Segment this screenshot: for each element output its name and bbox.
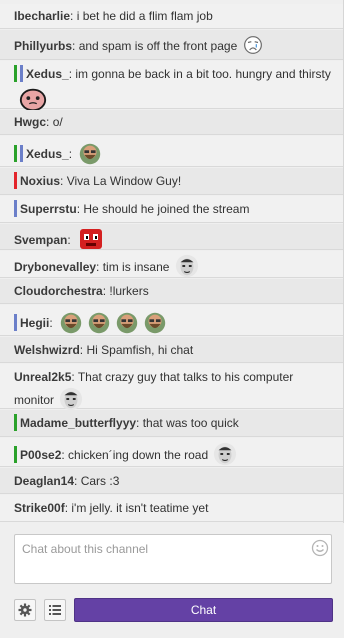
- staff-badge: [14, 172, 17, 189]
- chat-username[interactable]: Strike00f: [14, 501, 65, 515]
- chat-message-text: im gonna be back in a bit too. hungry an…: [75, 67, 331, 81]
- emoticon-picker-icon[interactable]: [311, 539, 329, 557]
- chat-message-text: and spam is off the front page: [78, 39, 238, 53]
- chat-message: Unreal2k5: That crazy guy that talks to …: [0, 364, 343, 411]
- chat-username[interactable]: Unreal2k5: [14, 370, 71, 384]
- chat-message: Hegii:: [0, 305, 343, 336]
- chat-username[interactable]: Ibecharlie: [14, 9, 70, 23]
- chat-username[interactable]: Svempan: [14, 233, 67, 247]
- chat-username[interactable]: Superrstu: [20, 202, 77, 216]
- moderator-badge: [14, 65, 17, 82]
- chat-username[interactable]: Deaglan14: [14, 474, 74, 488]
- chat-username[interactable]: Madame_butterflyyy: [20, 416, 136, 430]
- list-icon: [49, 605, 61, 615]
- chat-message-text: i'm jelly. it isn't teatime yet: [71, 501, 209, 515]
- chat-username[interactable]: Hwgc: [14, 115, 46, 129]
- sad-face-icon: [243, 36, 262, 54]
- chat-username[interactable]: Hegii: [20, 316, 49, 330]
- face-emote-icon: [214, 442, 237, 466]
- chat-message: Noxius: Viva La Window Guy!: [0, 168, 343, 195]
- chat-username[interactable]: Welshwizrd: [14, 343, 80, 357]
- chat-username[interactable]: Noxius: [20, 174, 60, 188]
- chat-message-list[interactable]: Ibecharlie: i bet he did a flim flam job…: [0, 0, 344, 523]
- chat-message-text: i bet he did a flim flam job: [76, 9, 213, 23]
- chat-username[interactable]: P00se2: [20, 448, 61, 462]
- chat-message: P00se2: chicken´ing down the road: [0, 438, 343, 467]
- chat-message-text: !lurkers: [109, 284, 149, 298]
- chat-username[interactable]: Xedus_: [26, 147, 69, 161]
- chat-message-text: Cars :3: [80, 474, 120, 488]
- viewer-list-button[interactable]: [44, 599, 66, 621]
- bearded-guy-emote-icon: [88, 312, 110, 334]
- moderator-badge: [14, 145, 17, 162]
- chat-message-text: Viva La Window Guy!: [66, 174, 182, 188]
- chat-message: Svempan:: [0, 224, 343, 250]
- chat-message: Drybonevalley: tim is insane: [0, 251, 343, 278]
- chat-message: Cloudorchestra: !lurkers: [0, 279, 343, 304]
- bearded-guy-emote-icon: [60, 312, 82, 334]
- chat-message: Xedus_:: [0, 136, 343, 167]
- chat-message: Xedus_: im gonna be back in a bit too. h…: [0, 61, 343, 112]
- chat-message: Ibecharlie: i bet he did a flim flam job: [0, 4, 343, 29]
- bearded-guy-emote-icon: [144, 312, 166, 334]
- chat-input-area: Chat: [0, 523, 344, 638]
- send-chat-button[interactable]: Chat: [74, 598, 333, 622]
- moderator-badge: [14, 414, 17, 431]
- chat-message: Strike00f: i'm jelly. it isn't teatime y…: [0, 495, 343, 522]
- chat-message: Madame_butterflyyy: that was too quick: [0, 410, 343, 437]
- red-meat-boy-emote-icon: [80, 229, 103, 249]
- subscriber-badge: [14, 200, 17, 217]
- chat-message-text: tim is insane: [102, 260, 170, 274]
- chat-message: Deaglan14: Cars :3: [0, 468, 343, 494]
- bearded-guy-emote-icon: [116, 312, 138, 334]
- chat-message: Hwgc: o/: [0, 110, 343, 135]
- chat-message-text: that was too quick: [142, 416, 239, 430]
- subscriber-badge: [20, 145, 23, 162]
- face-emote-icon: [175, 254, 198, 278]
- chat-username[interactable]: Xedus_: [26, 67, 69, 81]
- gear-icon: [18, 603, 32, 617]
- moderator-badge: [14, 446, 17, 463]
- subscriber-badge: [14, 314, 17, 331]
- subscriber-badge: [20, 65, 23, 82]
- face-emote-icon: [60, 387, 83, 411]
- chat-message-text: chicken´ing down the road: [68, 448, 209, 462]
- chat-username[interactable]: Phillyurbs: [14, 39, 72, 53]
- chat-message-text: He should he joined the stream: [83, 202, 250, 216]
- chat-username[interactable]: Cloudorchestra: [14, 284, 103, 298]
- chat-username[interactable]: Drybonevalley: [14, 260, 96, 274]
- chat-input[interactable]: [14, 534, 332, 584]
- chat-settings-button[interactable]: [14, 599, 36, 621]
- chat-message-text: Hi Spamfish, hi chat: [86, 343, 194, 357]
- chat-message: Phillyurbs: and spam is off the front pa…: [0, 30, 343, 60]
- chat-message: Welshwizrd: Hi Spamfish, hi chat: [0, 337, 343, 363]
- chat-message: Superrstu: He should he joined the strea…: [0, 196, 343, 223]
- bearded-guy-emote-icon: [80, 143, 101, 165]
- chat-message-text: o/: [52, 115, 63, 129]
